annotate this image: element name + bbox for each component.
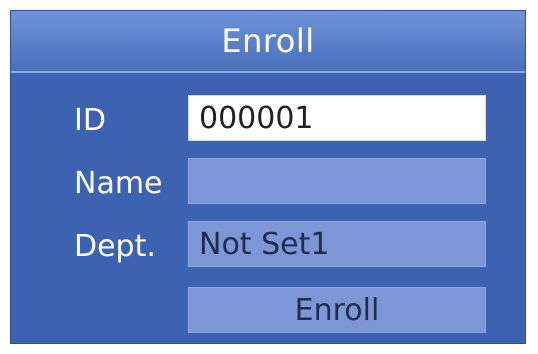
screen-title: Enroll [221,22,315,60]
dept-field[interactable]: Not Set1 [188,221,486,267]
id-label: ID [74,103,106,138]
name-field[interactable] [188,158,486,204]
dept-value: Not Set1 [199,226,330,262]
name-label: Name [74,166,163,201]
id-value: 000001 [199,100,314,136]
id-field[interactable]: 000001 [188,95,486,141]
enroll-button[interactable]: Enroll [188,287,486,333]
title-bar: Enroll [11,11,525,73]
enroll-screen: Enroll ID 000001 Name Dept. Not Set1 Enr… [10,10,526,344]
enroll-button-label: Enroll [294,292,380,328]
dept-label: Dept. [74,229,156,264]
